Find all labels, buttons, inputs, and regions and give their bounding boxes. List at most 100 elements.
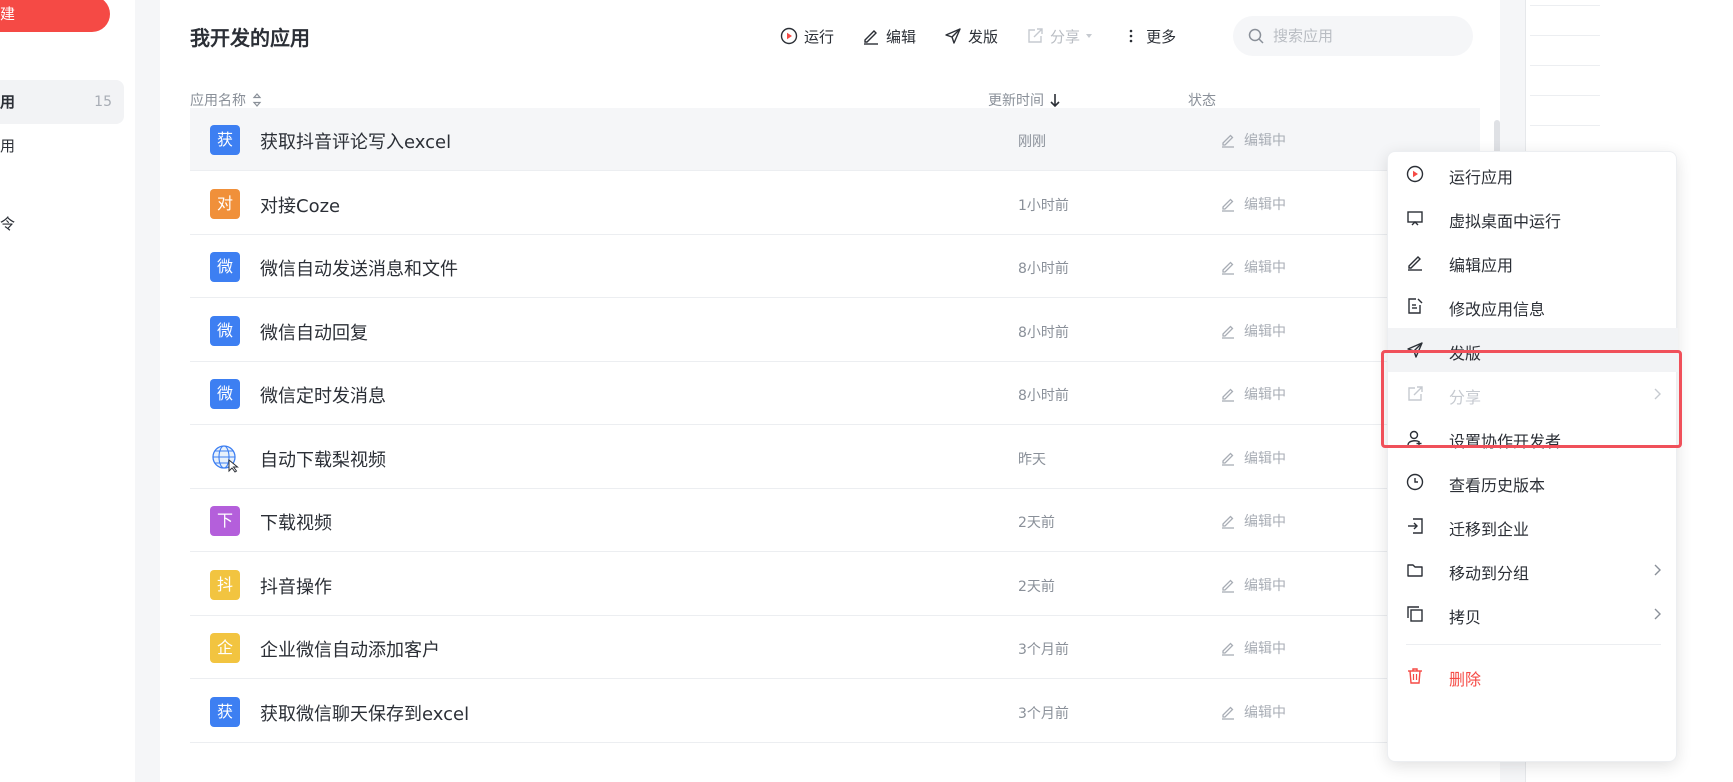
app-icon: 对 [210,188,240,219]
app-icon-letter: 微 [216,384,233,403]
pencil-icon [1408,256,1422,271]
publish-label: 发版 [968,27,999,46]
app-updated-time: 昨天 [1018,451,1046,468]
app-icon: 企 [210,633,240,663]
app-icon [210,443,240,473]
login-icon [1408,518,1423,534]
menu-item-label: 删除 [1449,670,1482,689]
app-status: 编辑中 [1220,575,1286,595]
menu-item-version-history[interactable]: 查看历史版本 [1388,460,1678,504]
status-label: 编辑中 [1244,323,1286,340]
column-updated-header[interactable]: 更新时间 [988,90,1062,110]
app-icon: 获 [210,696,240,727]
app-icon: 微 [210,315,240,346]
menu-item-run-app[interactable]: 运行应用 [1388,152,1678,196]
app-name[interactable]: 下载视频 [260,509,332,535]
menu-divider [1406,644,1661,645]
status-label: 编辑中 [1244,704,1286,721]
pencil-icon [1222,198,1234,212]
app-icon-letter: 对 [216,193,233,213]
sidebar-item-count: 15 [94,94,112,110]
pencil-icon [1222,388,1234,402]
pencil-icon [1222,515,1234,529]
menu-item-modify-info[interactable]: 修改应用信息 [1388,284,1678,328]
sidebar-item-commands[interactable]: 令 [0,202,124,246]
pencil-icon [864,30,879,45]
table-row[interactable]: 企 企业微信自动添加客户 3个月前 编辑中 [190,616,1480,679]
share-icon [1028,28,1043,43]
more-button[interactable]: 更多 [1122,22,1176,50]
app-updated-time: 刚刚 [1018,134,1046,150]
app-name[interactable]: 获取抖音评论写入excel [260,128,451,154]
menu-item-delete[interactable]: 删除 [1388,654,1678,698]
app-updated-time: 8小时前 [1018,324,1069,341]
new-button[interactable]: 建 [0,0,110,32]
trash-icon [1408,668,1422,684]
share-label: 分享 [1050,27,1081,46]
menu-item-label: 运行应用 [1449,168,1514,187]
play-circle-icon [780,27,798,45]
search-input[interactable] [1273,27,1453,45]
menu-item-run-virtual-desktop[interactable]: 虚拟桌面中运行 [1388,196,1678,240]
app-name[interactable]: 企业微信自动添加客户 [260,636,440,662]
table-row[interactable]: 获 获取微信聊天保存到excel 3个月前 编辑中 [190,680,1480,743]
app-updated-time: 2天前 [1018,578,1055,595]
app-icon-letter: 企 [216,638,233,657]
app-updated-time: 8小时前 [1018,388,1069,404]
menu-item-copy[interactable]: 拷贝 [1388,592,1678,636]
send-icon [945,28,961,44]
app-name[interactable]: 自动下载梨视频 [260,446,386,472]
page-title: 我开发的应用 [190,26,310,50]
app-icon: 微 [210,379,240,409]
app-status: 编辑中 [1220,130,1286,150]
app-status: 编辑中 [1220,638,1286,658]
divider [1530,95,1600,96]
app-icon-letter: 微 [216,320,233,340]
app-name[interactable]: 获取微信聊天保存到excel [260,700,469,726]
app-name[interactable]: 微信自动发送消息和文件 [260,255,458,281]
context-menu: 运行应用 虚拟桌面中运行 编辑应用 修改应用信息 发版 分享 设置协作开发者 查… [1387,151,1678,762]
table-row[interactable]: 对 对接Coze 1小时前 编辑中 [190,172,1480,235]
sidebar-item-my-apps[interactable]: 用 15 [0,80,124,124]
column-name-header[interactable]: 应用名称 [190,90,264,110]
pencil-icon [1222,261,1234,275]
sidebar-item-label: 令 [0,215,16,233]
table-row[interactable]: 获 获取抖音评论写入excel 刚刚 编辑中 [190,108,1480,171]
app-name[interactable]: 微信自动回复 [260,319,368,345]
sidebar-item-apps[interactable]: 用 [0,124,124,168]
menu-item-migrate-enterprise[interactable]: 迁移到企业 [1388,504,1678,548]
app-name[interactable]: 抖音操作 [260,573,332,599]
divider [1530,5,1600,6]
menu-item-label: 查看历史版本 [1449,476,1546,495]
table-row[interactable]: 自动下载梨视频 昨天 编辑中 [190,426,1480,489]
run-button[interactable]: 运行 [780,22,834,50]
status-label: 编辑中 [1244,260,1286,276]
table-row[interactable]: 微 微信定时发消息 8小时前 编辑中 [190,362,1480,425]
menu-item-label: 迁移到企业 [1449,520,1530,539]
divider [1530,65,1600,66]
app-name[interactable]: 微信定时发消息 [260,382,386,408]
main-panel: 我开发的应用 运行 编辑 发版 分享 更多 应用名称 [160,0,1500,782]
share-button[interactable]: 分享 [1026,22,1094,50]
folder-icon [1407,564,1423,577]
table-row[interactable]: 下 下载视频 2天前 编辑中 [190,489,1480,552]
search-box[interactable] [1233,16,1473,56]
app-icon-letter: 抖 [216,574,233,594]
edit-button[interactable]: 编辑 [862,22,916,50]
menu-item-move-to-group[interactable]: 移动到分组 [1388,548,1678,592]
divider [1530,35,1600,36]
caret-down-icon [1086,34,1093,38]
pencil-icon [1222,642,1234,656]
app-status: 编辑中 [1220,511,1286,531]
table-row[interactable]: 微 微信自动发送消息和文件 8小时前 编辑中 [190,235,1480,298]
copy-icon [1407,606,1423,622]
table-row[interactable]: 微 微信自动回复 8小时前 编辑中 [190,299,1480,362]
app-name[interactable]: 对接Coze [260,192,340,218]
column-status-label: 状态 [1188,93,1216,109]
app-status: 编辑中 [1220,257,1286,277]
edit-label: 编辑 [886,27,917,46]
menu-item-edit-app[interactable]: 编辑应用 [1388,240,1678,284]
table-row[interactable]: 抖 抖音操作 2天前 编辑中 [190,553,1480,616]
publish-button[interactable]: 发版 [944,22,998,50]
app-updated-time: 3个月前 [1018,642,1069,658]
